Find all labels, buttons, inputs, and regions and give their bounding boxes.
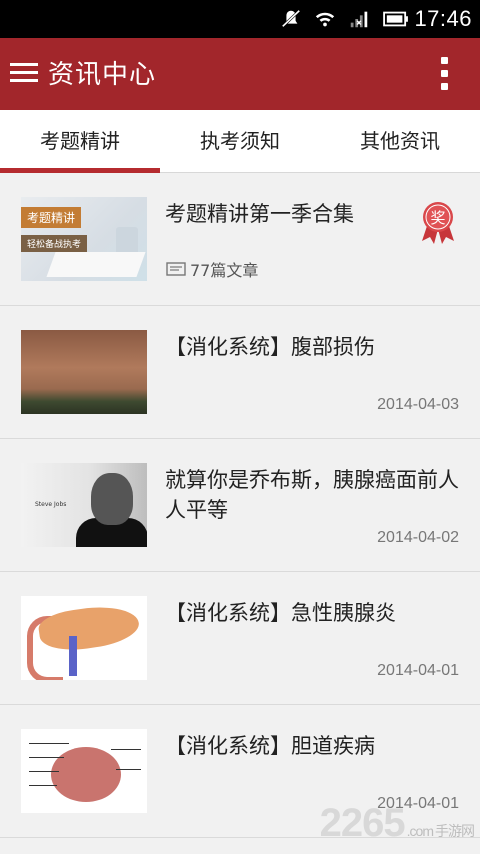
article-count-label: 77篇文章: [190, 261, 259, 280]
tab-exam-notice[interactable]: 执考须知: [160, 110, 320, 172]
list-item-title: 【消化系统】腹部损伤: [165, 335, 375, 359]
list-item[interactable]: 【消化系统】急性胰腺炎 2014-04-01: [0, 572, 480, 705]
watermark-logo: 2265 .com 手游网: [319, 801, 475, 845]
tab-other-news[interactable]: 其他资讯: [320, 110, 480, 172]
list-item[interactable]: 考题精讲 轻松备战执考 考题精讲第一季合集 77篇文章 奖: [0, 173, 480, 306]
mute-icon: [281, 9, 301, 28]
page-title: 资讯中心: [48, 60, 157, 90]
battery-icon: [383, 11, 408, 27]
list-item-date: 2014-04-01: [377, 662, 459, 679]
document-icon: [166, 262, 186, 276]
tab-bar: 考题精讲 执考须知 其他资讯: [0, 110, 480, 173]
clock: 17:46: [414, 6, 472, 31]
award-badge-icon: 奖: [420, 201, 456, 245]
tab-exam-lectures[interactable]: 考题精讲: [0, 110, 160, 173]
app-bar: 资讯中心: [0, 38, 480, 110]
status-bar: 17:46: [0, 0, 480, 38]
list-item-date: 2014-04-03: [377, 396, 459, 413]
signal-icon: [350, 11, 368, 28]
list-item-title: 【消化系统】急性胰腺炎: [165, 601, 396, 625]
article-list: 考题精讲 轻松备战执考 考题精讲第一季合集 77篇文章 奖 【消化系统】腹部损伤: [0, 173, 480, 838]
list-item[interactable]: Steve Jobs 就算你是乔布斯，胰腺癌面前人人平等 2014-04-02: [0, 439, 480, 572]
thumbnail-image: [21, 330, 147, 414]
wifi-icon: [315, 12, 335, 27]
list-item[interactable]: 【消化系统】腹部损伤 2014-04-03: [0, 306, 480, 439]
thumbnail-image: [21, 596, 147, 680]
list-item-title: 【消化系统】胆道疾病: [165, 734, 375, 758]
list-item-title: 就算你是乔布斯，胰腺癌面前人人平等: [165, 468, 459, 522]
hamburger-menu-icon[interactable]: [10, 58, 40, 90]
thumbnail-image: Steve Jobs: [21, 463, 147, 547]
more-vertical-icon[interactable]: [438, 57, 450, 93]
award-label: 奖: [430, 209, 445, 227]
thumbnail-image: [21, 729, 147, 813]
article-count: 77篇文章: [166, 257, 258, 281]
status-icons: [280, 8, 410, 30]
thumbnail-image: 考题精讲 轻松备战执考: [21, 197, 147, 281]
list-item-date: 2014-04-02: [377, 529, 459, 546]
